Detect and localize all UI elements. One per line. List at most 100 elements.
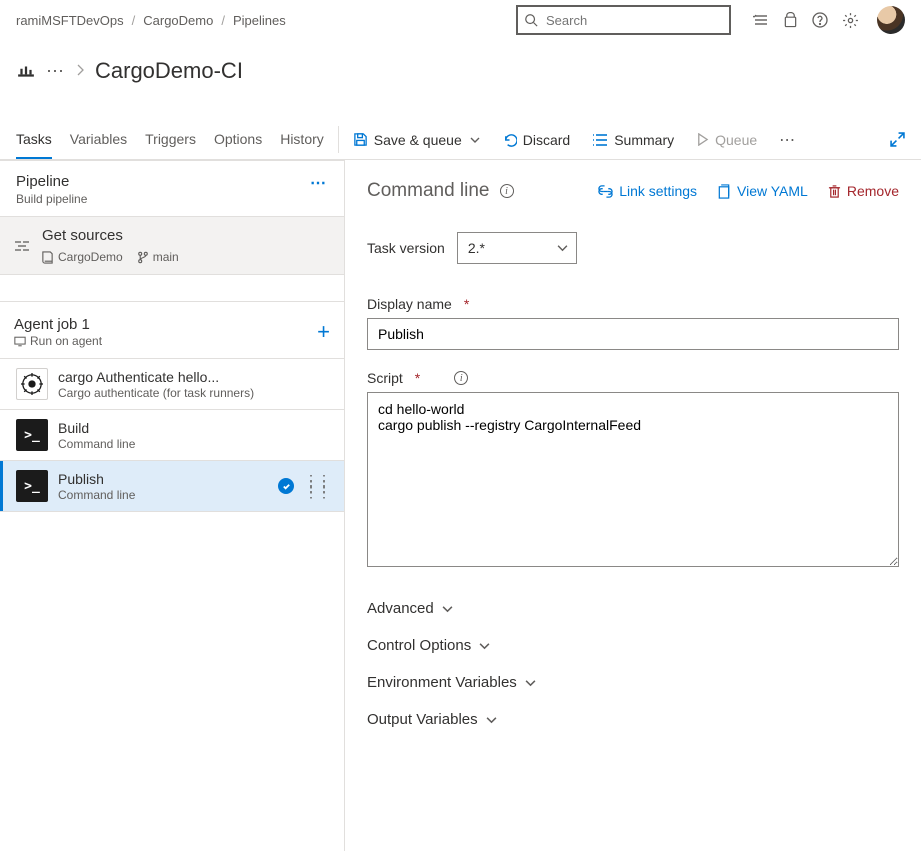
work-items-icon[interactable] — [753, 12, 769, 28]
link-icon — [598, 185, 613, 198]
marketplace-icon[interactable] — [783, 12, 798, 28]
task-version-value: 2.* — [468, 240, 485, 256]
section-control-options-label: Control Options — [367, 637, 471, 654]
task-detail-heading: Command line — [367, 180, 490, 202]
section-control-options[interactable]: Control Options — [367, 627, 899, 664]
sources-icon — [14, 239, 32, 253]
breadcrumb-sep-icon: / — [221, 13, 225, 28]
tab-triggers[interactable]: Triggers — [145, 120, 196, 159]
rust-icon — [16, 368, 48, 400]
status-badge — [278, 478, 294, 494]
help-icon[interactable] — [812, 12, 828, 28]
get-sources-title: Get sources — [42, 227, 330, 244]
toolbar-more-button[interactable]: ⋯ — [779, 130, 797, 150]
save-and-queue-button[interactable]: Save & queue — [353, 132, 480, 148]
discard-label: Discard — [523, 132, 570, 148]
task-version-label: Task version — [367, 240, 445, 256]
source-repo: CargoDemo — [58, 250, 123, 264]
task-subtitle: Cargo authenticate (for task runners) — [58, 386, 330, 400]
pipeline-project-icon — [16, 61, 36, 81]
search-icon — [524, 13, 538, 27]
undo-icon — [502, 133, 517, 147]
agent-icon — [14, 336, 26, 347]
remove-button[interactable]: Remove — [828, 183, 899, 199]
section-output-vars[interactable]: Output Variables — [367, 701, 899, 738]
settings-icon[interactable] — [842, 12, 859, 29]
play-icon — [696, 133, 709, 146]
queue-label: Queue — [715, 132, 757, 148]
pipeline-context-menu[interactable]: ⋯ — [46, 62, 65, 80]
list-icon — [592, 133, 608, 147]
task-version-select[interactable]: 2.* — [457, 232, 577, 264]
remove-label: Remove — [847, 183, 899, 199]
save-icon — [353, 132, 368, 147]
get-sources-row[interactable]: Get sources CargoDemo main — [0, 217, 344, 275]
breadcrumb-project[interactable]: CargoDemo — [143, 13, 213, 28]
yaml-icon — [717, 184, 731, 199]
section-advanced-label: Advanced — [367, 600, 434, 617]
link-settings-label: Link settings — [619, 183, 697, 199]
section-advanced[interactable]: Advanced — [367, 590, 899, 627]
summary-button[interactable]: Summary — [592, 132, 674, 148]
breadcrumb: ramiMSFTDevOps / CargoDemo / Pipelines — [16, 13, 286, 28]
chevron-down-icon — [486, 716, 497, 724]
script-textarea[interactable] — [367, 392, 899, 567]
task-cargo-authenticate[interactable]: cargo Authenticate hello... Cargo authen… — [0, 359, 344, 410]
check-icon — [282, 482, 291, 491]
page-title: CargoDemo-CI — [95, 58, 243, 84]
display-name-input[interactable] — [367, 318, 899, 350]
search-input[interactable] — [544, 12, 723, 29]
view-yaml-button[interactable]: View YAML — [717, 183, 808, 199]
agent-job-row[interactable]: Agent job 1 Run on agent + — [0, 301, 344, 359]
drag-handle[interactable]: ⋮⋮⋮⋮⋮⋮ — [304, 477, 330, 495]
display-name-label: Display name — [367, 296, 452, 312]
breadcrumb-section[interactable]: Pipelines — [233, 13, 286, 28]
view-yaml-label: View YAML — [737, 183, 808, 199]
chevron-down-icon — [479, 642, 490, 650]
task-subtitle: Command line — [58, 488, 268, 502]
info-icon[interactable]: i — [500, 184, 514, 198]
chevron-down-icon — [470, 136, 480, 144]
trash-icon — [828, 184, 841, 199]
chevron-down-icon — [442, 605, 453, 613]
info-icon[interactable]: i — [454, 371, 468, 385]
pipeline-header[interactable]: Pipeline Build pipeline ⋯ — [0, 161, 344, 217]
pipeline-subtitle: Build pipeline — [16, 192, 310, 206]
tab-options[interactable]: Options — [214, 120, 262, 159]
search-box[interactable] — [516, 5, 731, 35]
task-title: Build — [58, 420, 330, 436]
tab-tasks[interactable]: Tasks — [16, 120, 52, 159]
task-publish[interactable]: >_ Publish Command line ⋮⋮⋮⋮⋮⋮ — [0, 461, 344, 512]
breadcrumb-org[interactable]: ramiMSFTDevOps — [16, 13, 124, 28]
section-env-vars[interactable]: Environment Variables — [367, 664, 899, 701]
save-and-queue-label: Save & queue — [374, 132, 462, 148]
link-settings-button[interactable]: Link settings — [598, 183, 697, 199]
script-label: Script — [367, 370, 403, 386]
queue-button: Queue — [696, 132, 757, 148]
chevron-down-icon — [525, 679, 536, 687]
fullscreen-button[interactable] — [890, 132, 905, 147]
tab-history[interactable]: History — [280, 120, 324, 159]
pipeline-title: Pipeline — [16, 173, 310, 190]
discard-button[interactable]: Discard — [502, 132, 570, 148]
tab-variables[interactable]: Variables — [70, 120, 127, 159]
chevron-down-icon — [557, 244, 568, 252]
chevron-right-icon — [75, 63, 85, 79]
repo-icon — [41, 251, 54, 264]
task-title: cargo Authenticate hello... — [58, 369, 330, 385]
summary-label: Summary — [614, 132, 674, 148]
terminal-icon: >_ — [16, 419, 48, 451]
branch-icon — [137, 251, 149, 264]
task-subtitle: Command line — [58, 437, 330, 451]
add-task-button[interactable]: + — [317, 319, 330, 345]
pipeline-more-button[interactable]: ⋯ — [310, 173, 328, 193]
agent-job-subtitle: Run on agent — [30, 334, 102, 348]
expand-icon — [890, 132, 905, 147]
agent-job-title: Agent job 1 — [14, 316, 307, 333]
terminal-icon: >_ — [16, 470, 48, 502]
source-branch: main — [153, 250, 179, 264]
breadcrumb-sep-icon: / — [132, 13, 136, 28]
task-build[interactable]: >_ Build Command line — [0, 410, 344, 461]
avatar[interactable] — [877, 6, 905, 34]
task-title: Publish — [58, 471, 268, 487]
